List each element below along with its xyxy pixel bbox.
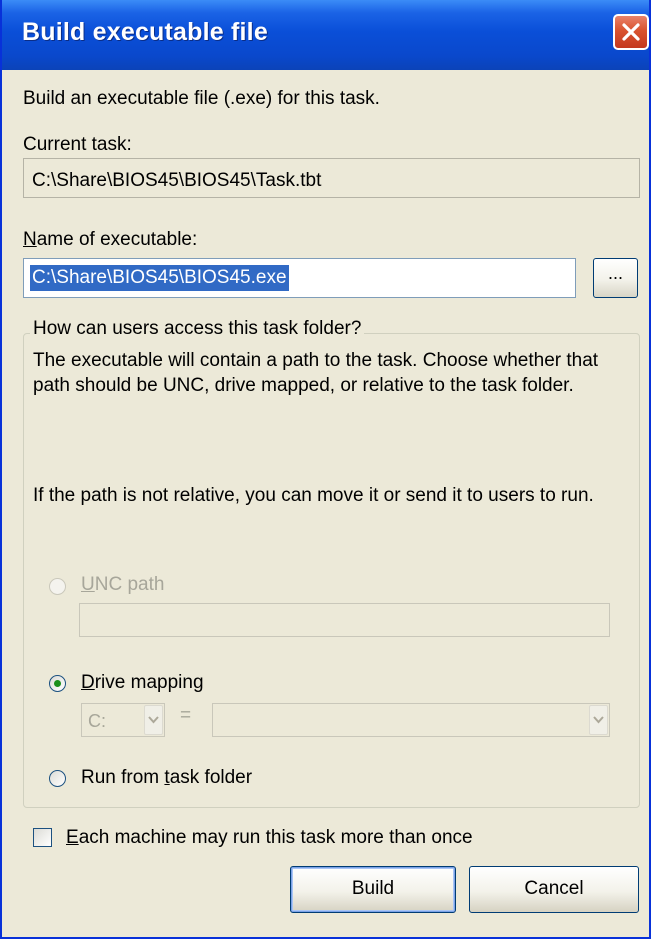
build-executable-dialog: Build executable file Build an executabl… bbox=[0, 0, 651, 939]
executable-name-value: C:\Share\BIOS45\BIOS45.exe bbox=[30, 265, 289, 291]
drive-letter-select[interactable]: C: bbox=[81, 703, 165, 737]
drive-letter-value: C: bbox=[88, 711, 106, 731]
chevron-down-icon bbox=[593, 716, 604, 724]
drive-mapping-radio[interactable] bbox=[49, 675, 66, 692]
build-button[interactable]: Build bbox=[290, 866, 456, 913]
group-note: If the path is not relative, you can mov… bbox=[33, 485, 594, 506]
unc-path-field[interactable] bbox=[79, 603, 610, 637]
unc-path-label[interactable]: UNC path bbox=[81, 574, 164, 596]
drive-mapping-label[interactable]: Drive mapping bbox=[81, 672, 204, 694]
close-icon bbox=[622, 23, 640, 41]
dialog-title: Build executable file bbox=[22, 18, 268, 46]
drive-path-select[interactable] bbox=[212, 703, 610, 737]
run-label-before: Run from bbox=[81, 767, 165, 788]
groupbox-legend: How can users access this task folder? bbox=[30, 318, 365, 340]
unc-label-rest: NC path bbox=[94, 574, 165, 595]
run-more-than-once-label[interactable]: Each machine may run this task more than… bbox=[66, 827, 473, 849]
unc-path-radio[interactable] bbox=[49, 578, 66, 595]
close-button[interactable] bbox=[613, 14, 649, 50]
name-of-executable-label: Name of executable: bbox=[23, 229, 197, 251]
run-more-than-once-checkbox[interactable] bbox=[33, 828, 52, 847]
run-from-task-folder-label[interactable]: Run from task folder bbox=[81, 767, 252, 789]
run-label-rest: ask folder bbox=[169, 767, 253, 788]
intro-text: Build an executable file (.exe) for this… bbox=[23, 88, 380, 109]
browse-button[interactable]: ... bbox=[593, 258, 638, 298]
mnemonic-n: N bbox=[23, 229, 37, 250]
mnemonic-d: D bbox=[81, 672, 95, 693]
mnemonic-e: E bbox=[66, 827, 79, 848]
executable-name-input[interactable]: C:\Share\BIOS45\BIOS45.exe bbox=[23, 258, 576, 298]
current-task-field: C:\Share\BIOS45\BIOS45\Task.tbt bbox=[23, 158, 640, 198]
title-bar[interactable]: Build executable file bbox=[2, 0, 649, 70]
drive-label-rest: rive mapping bbox=[94, 672, 204, 693]
chevron-down-icon bbox=[148, 716, 159, 724]
current-task-label: Current task: bbox=[23, 134, 132, 155]
group-description: The executable will contain a path to th… bbox=[33, 350, 599, 396]
label-rest: ame of executable: bbox=[36, 229, 198, 250]
checkbox-label-rest: ach machine may run this task more than … bbox=[78, 827, 473, 848]
cancel-button[interactable]: Cancel bbox=[469, 866, 639, 913]
mnemonic-u: U bbox=[81, 574, 95, 595]
drive-path-dropdown-button[interactable] bbox=[589, 705, 608, 735]
run-from-task-folder-radio[interactable] bbox=[49, 770, 66, 787]
drive-letter-dropdown-button[interactable] bbox=[144, 705, 163, 735]
equals-sign: = bbox=[180, 705, 192, 726]
radio-selected-dot bbox=[54, 680, 61, 687]
